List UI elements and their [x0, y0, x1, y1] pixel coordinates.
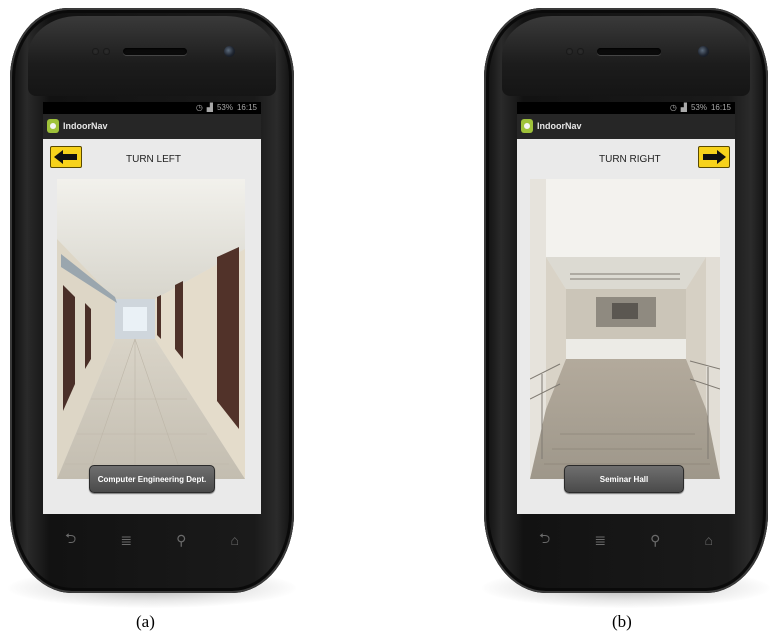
- caption-b: (b): [612, 612, 632, 631]
- front-camera: [224, 46, 235, 57]
- left-arrow-icon: [54, 150, 77, 164]
- status-bar: ◷ ▟ 53% 16:15: [517, 102, 735, 114]
- signal-icon: ▟: [206, 103, 213, 112]
- navigation-content: TURN LEFT Computer Engineering Dept.: [43, 139, 261, 514]
- alarm-icon: ◷: [669, 103, 677, 112]
- back-icon[interactable]: ⮌: [539, 528, 550, 552]
- status-bar: ◷ ▟ 53% 16:15: [43, 102, 261, 114]
- caption-a: (a): [136, 612, 155, 631]
- destination-button[interactable]: Computer Engineering Dept.: [89, 465, 215, 493]
- screen: ◷ ▟ 53% 16:15 IndoorNav TURN RIGHT Semin…: [517, 102, 735, 514]
- earpiece: [123, 48, 187, 55]
- search-icon[interactable]: ⚲: [650, 532, 660, 549]
- corridor-photo: [530, 179, 720, 479]
- phone-b: ◷ ▟ 53% 16:15 IndoorNav TURN RIGHT Semin…: [482, 8, 770, 608]
- home-icon[interactable]: ⌂: [230, 532, 238, 548]
- app-icon: [521, 119, 533, 133]
- menu-icon[interactable]: ≣: [120, 532, 132, 549]
- battery-level: 53%: [216, 103, 233, 112]
- app-icon: [47, 119, 59, 133]
- status-time: 16:15: [236, 103, 257, 112]
- right-arrow-icon: [703, 150, 726, 164]
- search-icon[interactable]: ⚲: [176, 532, 186, 549]
- screen: ◷ ▟ 53% 16:15 IndoorNav TURN LEFT Comput…: [43, 102, 261, 514]
- phone-body: ◷ ▟ 53% 16:15 IndoorNav TURN RIGHT Semin…: [484, 8, 768, 593]
- direction-text: TURN LEFT: [126, 154, 181, 165]
- sensor: [566, 48, 573, 55]
- menu-icon[interactable]: ≣: [594, 532, 606, 549]
- phone-a: ◷ ▟ 53% 16:15 IndoorNav TURN LEFT Comput…: [8, 8, 296, 608]
- signal-icon: ▟: [680, 103, 687, 112]
- sensor: [103, 48, 110, 55]
- sensor: [577, 48, 584, 55]
- turn-right-button[interactable]: [698, 146, 730, 168]
- app-title: IndoorNav: [63, 121, 108, 131]
- alarm-icon: ◷: [195, 103, 203, 112]
- sensor: [92, 48, 99, 55]
- front-camera: [698, 46, 709, 57]
- action-bar: IndoorNav: [43, 114, 261, 139]
- status-time: 16:15: [710, 103, 731, 112]
- action-bar: IndoorNav: [517, 114, 735, 139]
- corridor-photo: [57, 179, 245, 479]
- nav-bar: ⮌ ≣ ⚲ ⌂: [43, 520, 261, 560]
- phone-body: ◷ ▟ 53% 16:15 IndoorNav TURN LEFT Comput…: [10, 8, 294, 593]
- destination-button[interactable]: Seminar Hall: [564, 465, 684, 493]
- app-title: IndoorNav: [537, 121, 582, 131]
- home-icon[interactable]: ⌂: [704, 532, 712, 548]
- navigation-content: TURN RIGHT Seminar Hall: [517, 139, 735, 514]
- battery-level: 53%: [690, 103, 707, 112]
- back-icon[interactable]: ⮌: [65, 528, 76, 552]
- earpiece: [597, 48, 661, 55]
- turn-left-button[interactable]: [50, 146, 82, 168]
- nav-bar: ⮌ ≣ ⚲ ⌂: [517, 520, 735, 560]
- direction-text: TURN RIGHT: [599, 154, 661, 165]
